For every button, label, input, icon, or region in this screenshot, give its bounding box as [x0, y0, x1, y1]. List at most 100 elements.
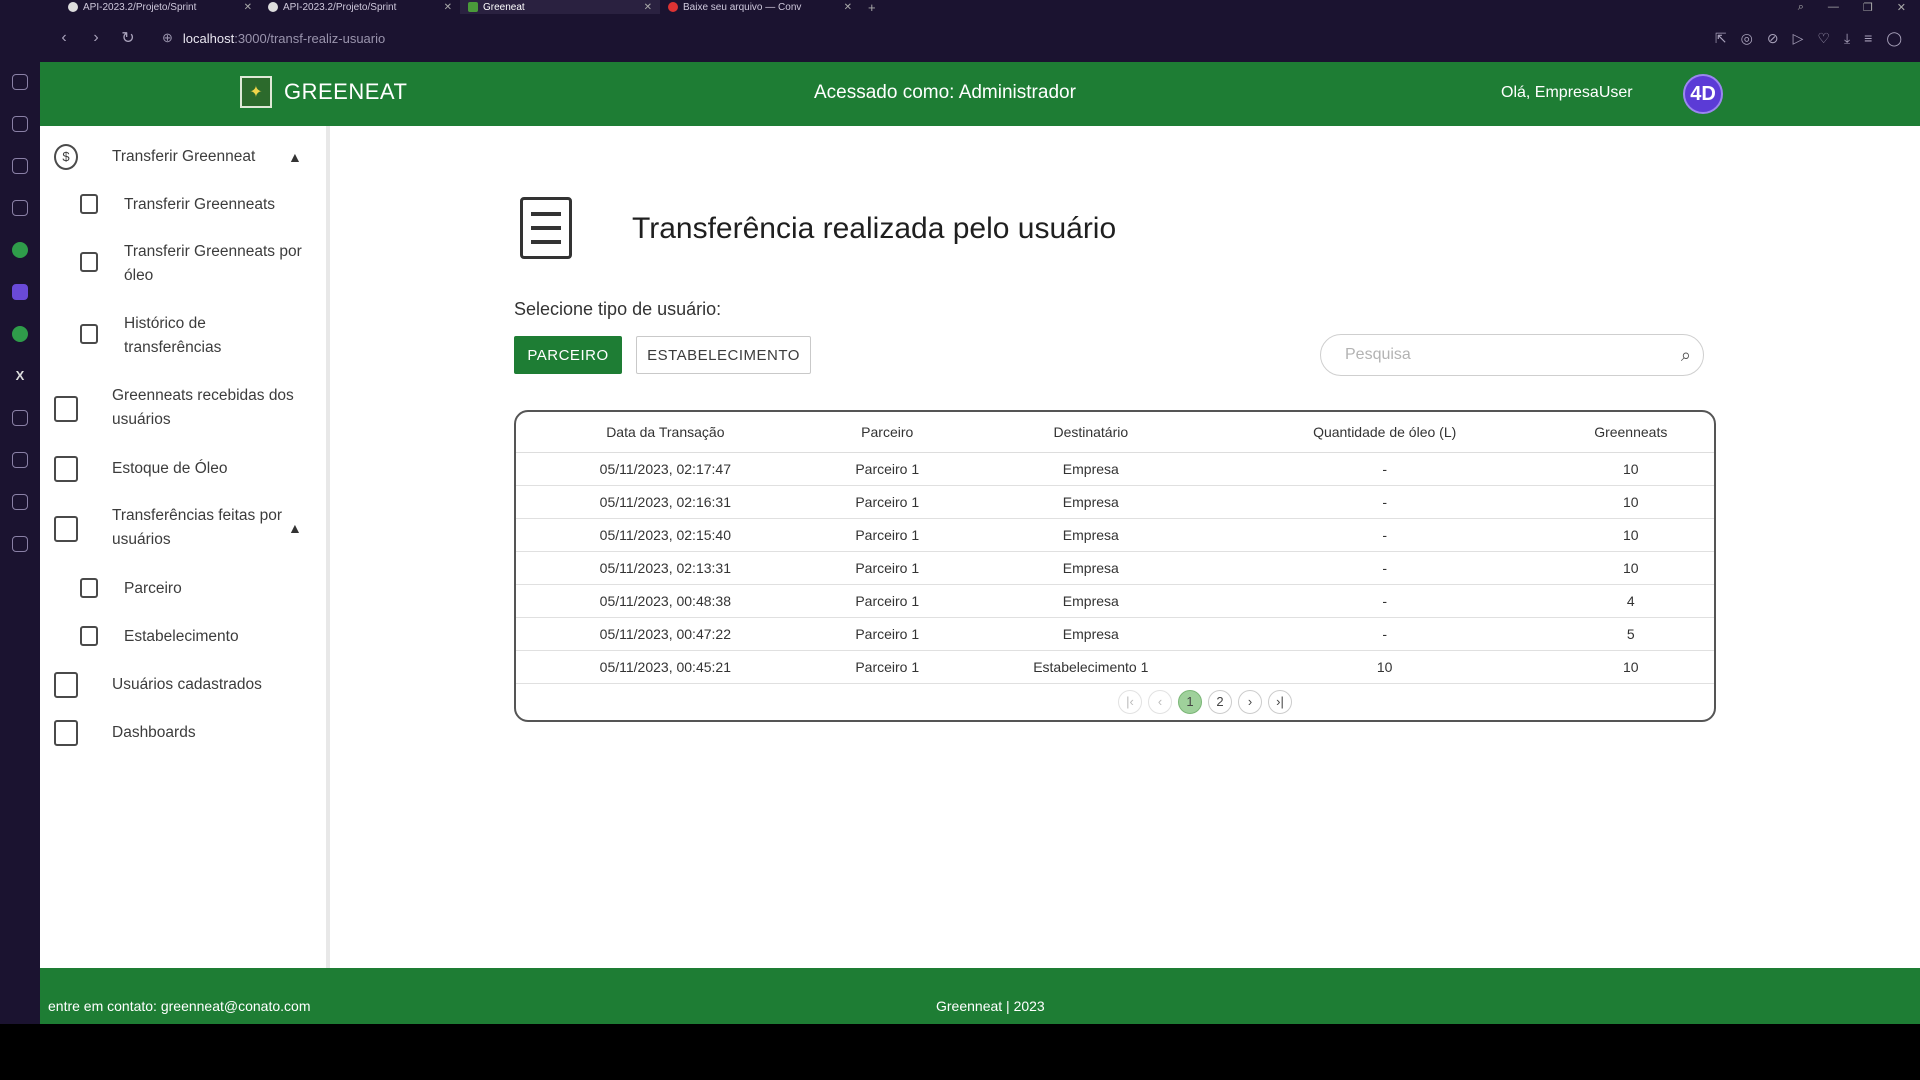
browser-tab[interactable]: API-2023.2/Projeto/Sprint ✕	[60, 0, 260, 14]
close-icon[interactable]: ✕	[444, 2, 452, 13]
heart-icon[interactable]: ♡	[1817, 30, 1830, 47]
whatsapp-icon[interactable]	[12, 326, 28, 342]
search-icon[interactable]: ⌕	[1798, 1, 1804, 14]
download-icon[interactable]: ⤓	[1844, 30, 1850, 47]
table-header-row: Data da Transação Parceiro Destinatário …	[516, 412, 1714, 453]
greeneat-favicon-icon	[468, 2, 478, 12]
sidebar-item-label: Parceiro	[124, 580, 182, 597]
close-icon[interactable]: ✕	[844, 2, 852, 13]
url-field[interactable]: ⊕ localhost:3000/transf-realiz-usuario	[162, 30, 385, 46]
twitch-icon[interactable]	[12, 158, 28, 174]
menu-icon[interactable]: ≡	[1864, 30, 1872, 47]
search-input[interactable]	[1345, 346, 1681, 364]
cell-partner: Parceiro 1	[814, 518, 960, 552]
last-page-button[interactable]: ›|	[1268, 689, 1292, 714]
search-box: ⌕	[1320, 334, 1704, 376]
sidebar-item-transferir-greenneats[interactable]: Transferir Greenneats	[40, 192, 330, 218]
column-header: Greenneats	[1547, 412, 1714, 453]
restore-icon[interactable]: ❐	[1863, 1, 1873, 14]
chevron-up-icon[interactable]: ▲	[288, 145, 302, 169]
first-page-button[interactable]: |‹	[1118, 689, 1142, 714]
table-row: 05/11/2023, 00:47:22 Parceiro 1 Empresa …	[516, 617, 1714, 651]
sidebar-item-transferencias-usuarios[interactable]: Transferências feitas por usuários ▲	[40, 504, 330, 554]
box-icon[interactable]	[12, 494, 28, 510]
previous-page-button[interactable]: ‹	[1148, 689, 1172, 714]
cell-recipient: Empresa	[959, 518, 1222, 552]
cell-partner: Parceiro 1	[814, 650, 960, 684]
tab-title: Greeneat	[483, 1, 525, 13]
table-row: 05/11/2023, 02:16:31 Parceiro 1 Empresa …	[516, 485, 1714, 519]
sidebar-item-usuarios-cadastrados[interactable]: Usuários cadastrados	[40, 672, 330, 698]
chatgpt-icon[interactable]	[12, 242, 28, 258]
x-twitter-icon[interactable]: X	[12, 368, 28, 384]
cell-greenneats: 10	[1547, 452, 1714, 486]
brand[interactable]: ✦ GREENEAT	[240, 76, 407, 108]
discord-icon[interactable]	[12, 284, 28, 300]
close-window-icon[interactable]: ✕	[1897, 1, 1906, 14]
back-icon[interactable]: ‹	[48, 29, 80, 47]
establishment-filter-button[interactable]: ESTABELECIMENTO	[636, 336, 811, 374]
speed-dial-icon[interactable]	[12, 74, 28, 90]
search-icon[interactable]: ⌕	[1681, 345, 1691, 366]
sidebar-item-historico[interactable]: Histórico de transferências	[40, 312, 330, 362]
settings-icon[interactable]	[12, 536, 28, 552]
sidebar-item-dashboards[interactable]: Dashboards	[40, 720, 330, 746]
cell-date: 05/11/2023, 02:13:31	[516, 551, 815, 585]
browser-tab[interactable]: API-2023.2/Projeto/Sprint ✕	[260, 0, 460, 14]
page-2-button[interactable]: 2	[1208, 689, 1232, 714]
avatar[interactable]: 4D	[1683, 74, 1723, 114]
player-icon[interactable]	[12, 410, 28, 426]
brand-name: GREENEAT	[284, 79, 408, 104]
tab-title: API-2023.2/Projeto/Sprint	[83, 1, 197, 13]
history-icon[interactable]	[12, 452, 28, 468]
user-type-label: Selecione tipo de usuário:	[514, 299, 722, 319]
browser-tab[interactable]: Baixe seu arquivo — Conv ✕	[660, 0, 860, 14]
cell-oil-quantity: -	[1221, 584, 1548, 618]
cell-oil-quantity: -	[1221, 518, 1548, 552]
share-icon[interactable]: ⇱	[1715, 30, 1727, 47]
pagination: |‹ ‹ 1 2 › ›|	[696, 689, 1714, 714]
cell-recipient: Empresa	[959, 617, 1222, 651]
minimize-icon[interactable]: —	[1828, 1, 1839, 14]
play-icon[interactable]: ▷	[1793, 30, 1804, 47]
sidebar-item-label: Greenneats recebidas dos usuários	[112, 387, 294, 428]
sidebar-item-transferir-greenneat[interactable]: $ Transferir Greenneat ▲	[40, 144, 330, 170]
cell-partner: Parceiro 1	[814, 485, 960, 519]
cell-oil-quantity: 10	[1221, 650, 1548, 684]
forward-icon[interactable]: ›	[80, 29, 112, 47]
close-icon[interactable]: ✕	[244, 2, 252, 13]
cell-oil-quantity: -	[1221, 551, 1548, 585]
reload-icon[interactable]: ↻	[112, 28, 144, 48]
cell-greenneats: 10	[1547, 551, 1714, 585]
next-page-button[interactable]: ›	[1238, 689, 1262, 714]
warehouse-icon	[54, 456, 78, 482]
list-icon	[54, 672, 78, 698]
table-row: 05/11/2023, 02:13:31 Parceiro 1 Empresa …	[516, 551, 1714, 585]
chevron-up-icon[interactable]: ▲	[288, 516, 302, 540]
sidebar-item-parceiro[interactable]: Parceiro	[40, 576, 330, 602]
page-1-button[interactable]: 1	[1178, 689, 1202, 714]
footer-contact: entre em contato: greenneat@conato.com	[48, 998, 311, 1014]
column-header: Parceiro	[814, 412, 960, 453]
browser-sidebar: X	[0, 14, 40, 1024]
sidebar-item-transferir-por-oleo[interactable]: Transferir Greenneats por óleo	[40, 240, 330, 290]
sidebar-item-estabelecimento[interactable]: Estabelecimento	[40, 624, 330, 650]
sidebar-item-greenneats-recebidas[interactable]: Greenneats recebidas dos usuários	[40, 384, 330, 434]
document-icon	[80, 252, 98, 272]
sidebar-item-estoque-oleo[interactable]: Estoque de Óleo	[40, 456, 330, 482]
profile-icon[interactable]: ◯	[1886, 30, 1902, 47]
browser-tab-active[interactable]: Greeneat ✕	[460, 0, 660, 14]
list-icon	[54, 720, 78, 746]
app: ✦ GREENEAT Acessado como: Administrador …	[40, 62, 1920, 1024]
site-info-icon[interactable]: ⊕	[162, 30, 173, 46]
window-controls: ⌕ — ❐ ✕	[1798, 1, 1920, 14]
close-icon[interactable]: ✕	[644, 2, 652, 13]
bag-icon[interactable]	[12, 116, 28, 132]
partner-filter-button[interactable]: PARCEIRO	[514, 336, 622, 374]
cell-partner: Parceiro 1	[814, 584, 960, 618]
new-tab-icon[interactable]: +	[860, 0, 884, 15]
instagram-icon[interactable]	[12, 200, 28, 216]
camera-icon[interactable]: ◎	[1741, 30, 1753, 47]
tab-title: API-2023.2/Projeto/Sprint	[283, 1, 397, 13]
shield-icon[interactable]: ⊘	[1767, 30, 1779, 47]
